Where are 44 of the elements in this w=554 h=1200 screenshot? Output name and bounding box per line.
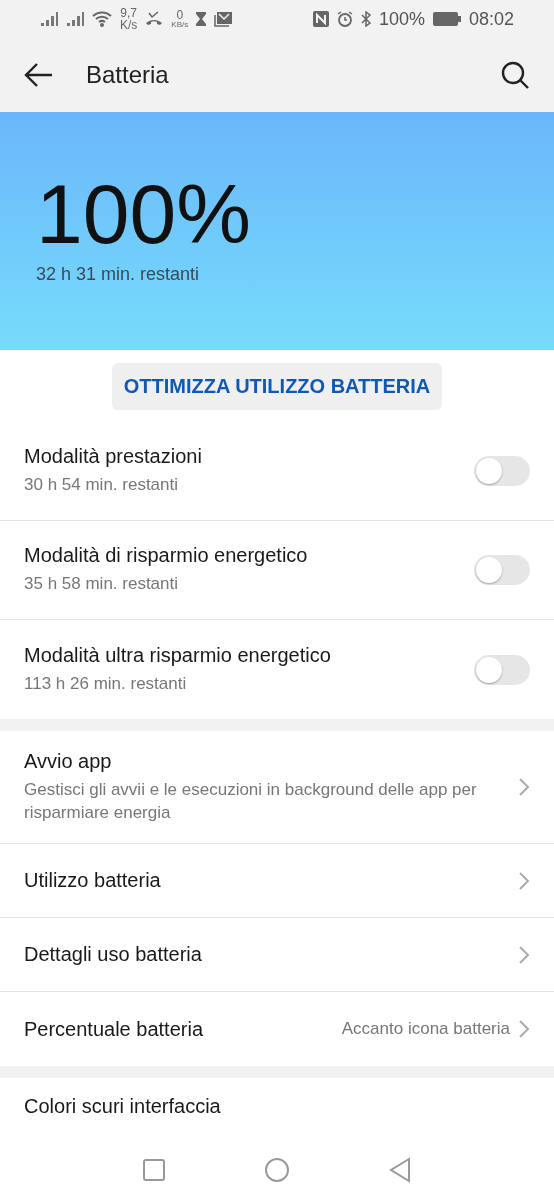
optimize-button[interactable]: OTTIMIZZA UTILIZZO BATTERIA <box>111 362 443 410</box>
page-title: Batteria <box>86 61 170 89</box>
setting-subtitle: 30 h 54 min. restanti <box>24 474 180 497</box>
chevron-right-icon <box>518 1019 530 1039</box>
speed-unit: K/s <box>120 19 138 31</box>
mail-icon <box>214 11 233 27</box>
setting-title: Modalità ultra risparmio energetico <box>24 643 332 667</box>
setting-title: Modalità prestazioni <box>24 445 203 469</box>
setting-title: Avvio app <box>24 749 113 773</box>
battery-level: 100% <box>36 172 252 256</box>
chevron-right-icon <box>518 944 530 965</box>
settings-item[interactable]: Avvio app Gestisci gli avvii e le esecuzioni in background delle app per risparmiare energia <box>0 731 554 844</box>
settings-item[interactable]: Utilizzo batteria <box>0 844 554 918</box>
setting-title: Percentuale batteria <box>24 1017 204 1041</box>
data-value: 0 <box>176 9 184 21</box>
setting-title: Utilizzo batteria <box>24 869 162 892</box>
hourglass-icon <box>196 12 207 26</box>
setting-subtitle: 35 h 58 min. restanti <box>24 573 180 596</box>
setting-value: Accanto icona batteria <box>341 1019 510 1039</box>
chevron-right-icon <box>518 777 530 797</box>
signal-icon <box>66 11 84 27</box>
wifi-icon <box>92 11 112 27</box>
setting-subtitle: 113 h 26 min. restanti <box>24 672 188 695</box>
remaining-time: 32 h 31 min. restanti <box>36 264 201 285</box>
data-unit: KB/s <box>171 21 189 29</box>
clock-time: 08:02 <box>468 8 514 30</box>
signal-icon <box>40 11 58 27</box>
phone-icon <box>145 11 164 27</box>
alarm-icon <box>336 11 353 27</box>
toggle-switch[interactable] <box>474 654 530 685</box>
setting-title: Colori scuri interfaccia <box>24 1094 222 1118</box>
toggle-switch[interactable] <box>474 456 530 486</box>
nfc-icon <box>312 11 329 27</box>
bluetooth-icon <box>360 11 371 27</box>
setting-title: Dettagli uso batteria <box>24 943 203 966</box>
battery-icon <box>432 12 461 26</box>
setting-title: Modalità di risparmio energetico <box>24 544 309 568</box>
speed-value: 9,7 <box>120 7 137 19</box>
chevron-right-icon <box>518 870 530 891</box>
toggle-switch[interactable] <box>474 555 530 585</box>
settings-item[interactable]: Percentuale batteria Accanto icona batteria <box>0 992 554 1066</box>
settings-item[interactable]: Dettagli uso batteria <box>0 918 554 992</box>
battery-percentage: 100% <box>378 8 425 30</box>
setting-subtitle: Gestisci gli avvii e le esecuzioni in background delle app per risparmiare energia <box>24 778 478 824</box>
